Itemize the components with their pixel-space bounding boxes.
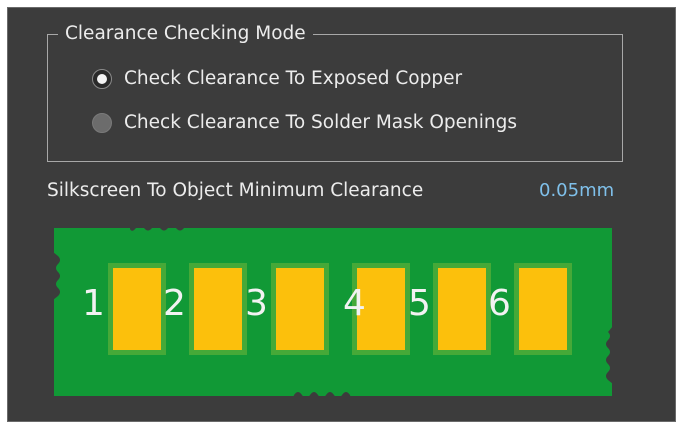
clearance-value[interactable]: 0.05mm bbox=[539, 180, 614, 201]
clearance-panel: Clearance Checking Mode Check Clearance … bbox=[7, 7, 676, 422]
pad-5 bbox=[438, 268, 486, 350]
option-exposed-copper-label[interactable]: Check Clearance To Exposed Copper bbox=[124, 68, 462, 89]
board-notch-top bbox=[130, 223, 188, 231]
pad-label-1: 1 bbox=[82, 283, 105, 324]
pad-label-3: 3 bbox=[245, 283, 268, 324]
option-solder-mask[interactable]: Check Clearance To Solder Mask Openings bbox=[92, 112, 517, 133]
board-notch-bottom bbox=[292, 392, 352, 401]
option-exposed-copper[interactable]: Check Clearance To Exposed Copper bbox=[92, 68, 462, 89]
board-notch-left bbox=[53, 252, 60, 300]
board-notch-right bbox=[606, 326, 613, 384]
pad-6 bbox=[519, 268, 567, 350]
pad-3 bbox=[276, 268, 324, 350]
clearance-label: Silkscreen To Object Minimum Clearance bbox=[47, 180, 424, 201]
pad-label-4: 4 bbox=[343, 283, 366, 324]
pad-label-5: 5 bbox=[408, 283, 431, 324]
option-solder-mask-label[interactable]: Check Clearance To Solder Mask Openings bbox=[124, 112, 517, 133]
groupbox-title: Clearance Checking Mode bbox=[58, 21, 313, 47]
pad-label-6: 6 bbox=[488, 283, 511, 324]
radio-unselected-icon[interactable] bbox=[92, 112, 112, 133]
pad-label-2: 2 bbox=[163, 283, 186, 324]
pad-2 bbox=[194, 268, 242, 350]
radio-selected-icon[interactable] bbox=[92, 68, 112, 89]
pad-1 bbox=[113, 268, 161, 350]
pcb-preview: 1 2 3 4 5 6 bbox=[53, 223, 613, 401]
clearance-mode-groupbox: Clearance Checking Mode Check Clearance … bbox=[47, 21, 623, 162]
